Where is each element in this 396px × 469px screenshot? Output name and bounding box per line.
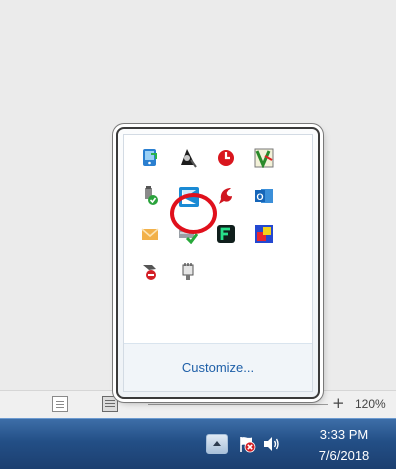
red-clock-icon[interactable] <box>216 148 236 168</box>
volume-icon[interactable] <box>262 436 280 452</box>
clock-date: 7/6/2018 <box>318 448 370 463</box>
v-app-icon[interactable] <box>254 148 274 168</box>
read-mode-icon[interactable] <box>52 396 68 412</box>
zoom-in-button[interactable]: + <box>332 394 345 412</box>
taskbar: 3:33 PM 7/6/2018 <box>0 418 396 469</box>
print-layout-icon[interactable] <box>102 396 118 412</box>
mail-icon[interactable] <box>140 224 160 244</box>
action-center-flag-icon[interactable] <box>238 435 256 453</box>
customize-link[interactable]: Customize... <box>182 360 254 375</box>
svg-text:O: O <box>256 192 263 202</box>
show-hidden-icons-button[interactable] <box>206 434 228 454</box>
phone-sync-icon[interactable] <box>140 148 160 168</box>
color-app-icon[interactable] <box>254 224 274 244</box>
zoom-level[interactable]: 120% <box>355 397 386 411</box>
security-tray-icon[interactable] <box>178 148 198 168</box>
taskbar-clock[interactable]: 3:33 PM 7/6/2018 <box>300 426 388 464</box>
highlight-circle-annotation <box>170 193 217 234</box>
outlook-icon[interactable]: O <box>254 186 274 206</box>
zoom-slider[interactable] <box>148 404 328 405</box>
usb-device-icon[interactable] <box>140 186 160 206</box>
green-f-icon[interactable] <box>216 224 236 244</box>
popup-inner: O Customize... <box>123 134 313 392</box>
clock-time: 3:33 PM <box>319 427 369 442</box>
network-plug-icon[interactable] <box>178 262 198 282</box>
notification-overflow-popup: O Customize... <box>116 127 320 399</box>
customize-area: Customize... <box>124 344 312 391</box>
stop-usb-icon[interactable] <box>140 262 160 282</box>
red-bird-icon[interactable] <box>216 186 236 206</box>
